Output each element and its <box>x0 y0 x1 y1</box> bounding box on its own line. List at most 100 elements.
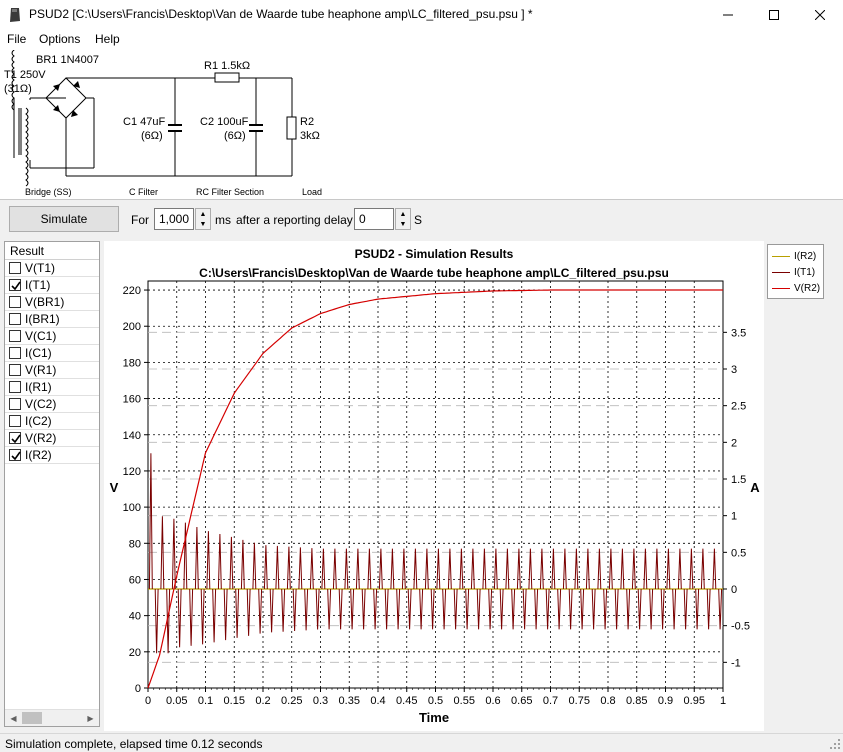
result-item-label: V(R2) <box>25 431 57 445</box>
result-item[interactable]: I(C1) <box>5 345 99 362</box>
section-load-label: Load <box>302 187 322 197</box>
result-item[interactable]: V(C1) <box>5 328 99 345</box>
chart-svg: PSUD2 - Simulation Results C:\Users\Franc… <box>110 247 761 725</box>
result-item-label: V(BR1) <box>25 295 65 309</box>
y2-tick-label: 2.5 <box>731 401 746 413</box>
circuit-diagram: T1 250V (31Ω) BR1 1N4007 R1 1.5kΩ C1 47u… <box>4 31 322 197</box>
result-item[interactable]: I(R1) <box>5 379 99 396</box>
result-checkbox[interactable] <box>9 296 21 308</box>
result-checkbox[interactable] <box>9 347 21 359</box>
result-checkbox[interactable] <box>9 330 21 342</box>
spin-down-icon[interactable]: ▼ <box>396 219 410 229</box>
title-bar[interactable]: PSUD2 [C:\Users\Francis\Desktop\Van de W… <box>0 0 843 30</box>
y-tick-label: 200 <box>123 321 141 333</box>
y2-tick-label: 0 <box>731 584 737 596</box>
result-checkbox[interactable] <box>9 449 21 461</box>
result-checkbox[interactable] <box>9 364 21 376</box>
circuit-schematic[interactable]: T1 250V (31Ω) BR1 1N4007 R1 1.5kΩ C1 47u… <box>0 31 843 200</box>
for-label: For <box>131 213 149 227</box>
legend-item: V(R2) <box>772 281 820 295</box>
duration-spinner[interactable]: ▲ ▼ <box>195 208 211 230</box>
scroll-right-icon[interactable]: ▶ <box>82 710 99 726</box>
menu-file[interactable]: File <box>7 32 26 46</box>
x-tick-label: 0.25 <box>281 695 302 707</box>
legend-item: I(R2) <box>772 249 816 263</box>
spin-up-icon[interactable]: ▲ <box>396 209 410 219</box>
spin-down-icon[interactable]: ▼ <box>196 219 210 229</box>
duration-input[interactable]: 1,000 <box>154 208 194 230</box>
result-item-label: I(C1) <box>25 346 52 360</box>
result-item[interactable]: V(T1) <box>5 260 99 277</box>
x-tick-label: 0.8 <box>600 695 615 707</box>
x-tick-label: 0.85 <box>626 695 647 707</box>
y-tick-label: 20 <box>129 647 141 659</box>
result-item-label: V(T1) <box>25 261 55 275</box>
result-item[interactable]: I(R2) <box>5 447 99 464</box>
y-tick-label: 160 <box>123 394 141 406</box>
result-item[interactable]: V(BR1) <box>5 294 99 311</box>
resize-grip-icon[interactable] <box>829 738 841 750</box>
result-checkbox[interactable] <box>9 279 21 291</box>
result-checkbox[interactable] <box>9 398 21 410</box>
result-item-label: V(C2) <box>25 397 57 411</box>
y2-tick-label: 1 <box>731 511 737 523</box>
y-tick-label: 60 <box>129 574 141 586</box>
minimize-button[interactable] <box>705 0 751 30</box>
scroll-left-icon[interactable]: ◀ <box>5 710 22 726</box>
r2-label: R2 <box>300 116 314 128</box>
section-rc-label: RC Filter Section <box>196 187 264 197</box>
scroll-thumb[interactable] <box>22 712 42 724</box>
ms-label: ms <box>215 213 231 227</box>
result-checkbox[interactable] <box>9 313 21 325</box>
maximize-button[interactable] <box>751 0 797 30</box>
status-text: Simulation complete, elapsed time 0.12 s… <box>5 737 263 751</box>
result-checkbox[interactable] <box>9 381 21 393</box>
spin-up-icon[interactable]: ▲ <box>196 209 210 219</box>
y2-axis-label: A <box>750 480 760 495</box>
x-tick-label: 0.5 <box>428 695 443 707</box>
horizontal-scrollbar[interactable]: ◀ ▶ <box>5 709 99 726</box>
y2-tick-label: 0.5 <box>731 547 746 559</box>
y-tick-label: 180 <box>123 357 141 369</box>
r2-value: 3kΩ <box>300 130 320 142</box>
y-tick-label: 120 <box>123 466 141 478</box>
delay-input[interactable]: 0 <box>354 208 394 230</box>
result-item[interactable]: V(R2) <box>5 430 99 447</box>
y2-tick-label: -0.5 <box>731 621 750 633</box>
result-list[interactable]: Result V(T1) I(T1) V(BR1) I(BR1) V(C1) I(C1) V… <box>4 241 100 727</box>
check-icon <box>11 281 21 291</box>
x-tick-label: 0.55 <box>454 695 475 707</box>
menu-options[interactable]: Options <box>39 32 80 46</box>
x-tick-label: 0.65 <box>511 695 532 707</box>
maximize-icon <box>769 10 779 20</box>
result-item[interactable]: I(BR1) <box>5 311 99 328</box>
legend-swatch <box>772 255 790 257</box>
result-checkbox[interactable] <box>9 432 21 444</box>
simulate-button[interactable]: Simulate <box>9 206 119 232</box>
section-bridge-label: Bridge (SS) <box>25 187 72 197</box>
legend-label: I(T1) <box>794 266 816 278</box>
legend-item: I(T1) <box>772 265 815 279</box>
c1-label: C1 47uF <box>123 116 165 128</box>
result-item[interactable]: V(R1) <box>5 362 99 379</box>
result-item[interactable]: I(T1) <box>5 277 99 294</box>
x-tick-label: 0.6 <box>485 695 500 707</box>
close-button[interactable] <box>797 0 843 30</box>
x-tick-label: 0 <box>145 695 151 707</box>
legend-swatch <box>772 271 790 273</box>
result-item-label: V(R1) <box>25 363 57 377</box>
check-icon <box>11 434 21 444</box>
x-axis-label: Time <box>419 710 449 725</box>
result-item[interactable]: I(C2) <box>5 413 99 430</box>
result-item-label: I(T1) <box>25 278 51 292</box>
result-item[interactable]: V(C2) <box>5 396 99 413</box>
y-tick-label: 0 <box>135 683 141 695</box>
transformer-label: T1 250V <box>4 69 46 81</box>
x-tick-label: 0.4 <box>370 695 385 707</box>
result-checkbox[interactable] <box>9 415 21 427</box>
delay-spinner[interactable]: ▲ ▼ <box>395 208 411 230</box>
menu-help[interactable]: Help <box>95 32 120 46</box>
result-checkbox[interactable] <box>9 262 21 274</box>
legend-swatch <box>772 287 790 289</box>
chart-title: PSUD2 - Simulation Results <box>355 247 514 261</box>
